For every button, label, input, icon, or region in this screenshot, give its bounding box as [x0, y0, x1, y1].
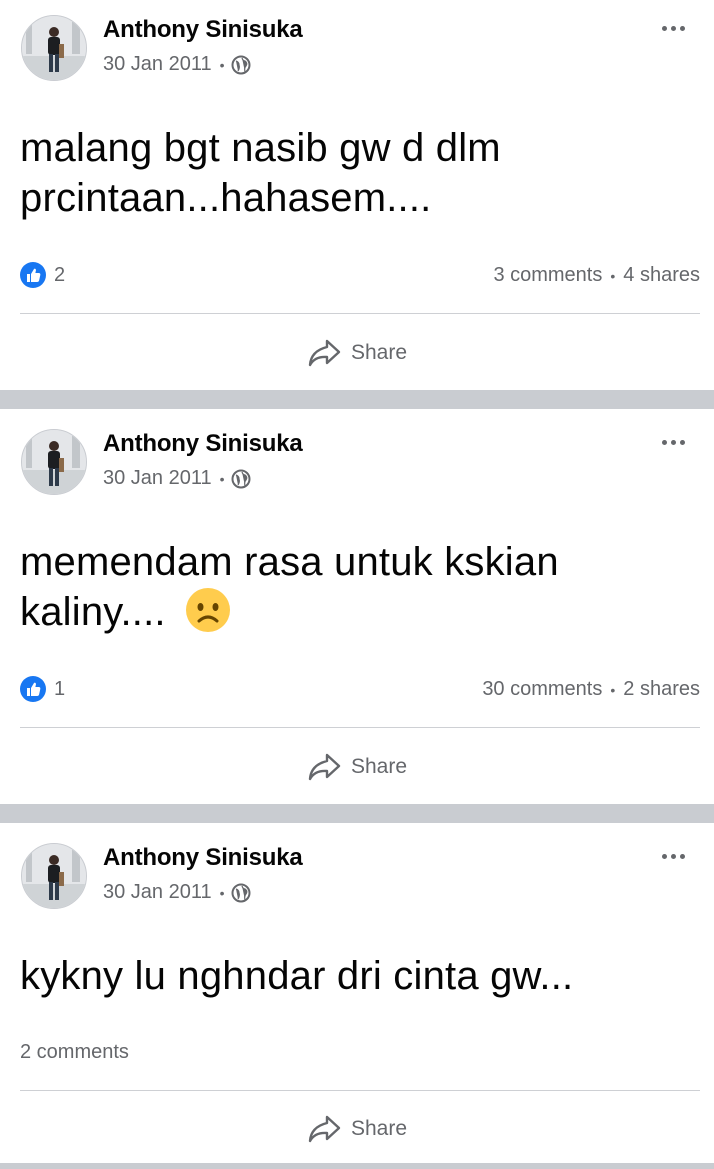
post-card: Anthony Sinisuka 30 Jan 2011 • kykny lu …: [0, 823, 714, 1163]
post-meta: 30 Jan 2011 •: [103, 53, 251, 76]
share-label: Share: [350, 1117, 408, 1140]
share-button[interactable]: Share: [0, 742, 714, 792]
post-text: memendam rasa untuk kskian kaliny....: [20, 537, 680, 637]
post-separator: [0, 804, 714, 823]
author-name[interactable]: Anthony Sinisuka: [103, 16, 303, 44]
post-card: Anthony Sinisuka 30 Jan 2011 • malang bg…: [0, 0, 714, 390]
share-button[interactable]: Share: [0, 328, 714, 378]
stats-separator: •: [610, 267, 616, 284]
post-header: Anthony Sinisuka 30 Jan 2011 •: [0, 0, 714, 90]
like-count: 1: [54, 677, 66, 700]
post-text: kykny lu nghndar dri cinta gw...: [20, 951, 680, 1001]
globe-icon: [231, 883, 251, 903]
like-count: 2: [54, 263, 66, 286]
post-separator: [0, 390, 714, 409]
more-options-icon[interactable]: [655, 846, 691, 866]
avatar[interactable]: [21, 429, 87, 495]
share-count[interactable]: 2 shares: [623, 678, 700, 701]
author-name[interactable]: Anthony Sinisuka: [103, 430, 303, 458]
like-icon: [20, 262, 46, 288]
share-icon: [307, 337, 341, 369]
post-stats: 30 comments • 2 shares: [482, 678, 700, 701]
post-text-line: memendam rasa untuk kskian: [20, 540, 559, 584]
post-card: Anthony Sinisuka 30 Jan 2011 • memendam …: [0, 409, 714, 804]
post-date[interactable]: 30 Jan 2011: [103, 53, 212, 76]
more-options-icon[interactable]: [655, 432, 691, 452]
share-label: Share: [350, 755, 408, 778]
divider: [20, 727, 700, 728]
comment-count[interactable]: 30 comments: [482, 678, 602, 701]
post-header: Anthony Sinisuka 30 Jan 2011 •: [0, 414, 714, 504]
share-button[interactable]: Share: [0, 1104, 714, 1154]
divider: [20, 1090, 700, 1091]
comment-count[interactable]: 3 comments: [493, 264, 602, 287]
post-text-line: malang bgt nasib gw d dlm: [20, 126, 501, 170]
author-name[interactable]: Anthony Sinisuka: [103, 844, 303, 872]
post-text-line-content: kaliny....: [20, 590, 166, 634]
share-label: Share: [350, 341, 408, 364]
share-icon: [307, 1113, 341, 1145]
like-icon: [20, 676, 46, 702]
post-meta: 30 Jan 2011 •: [103, 881, 251, 904]
meta-separator: •: [219, 470, 225, 487]
reaction-summary[interactable]: 2: [20, 262, 65, 288]
post-stats: 3 comments • 4 shares: [493, 264, 700, 287]
post-header: Anthony Sinisuka 30 Jan 2011 •: [0, 828, 714, 918]
globe-icon: [231, 469, 251, 489]
post-date[interactable]: 30 Jan 2011: [103, 467, 212, 490]
reaction-summary[interactable]: 1: [20, 676, 65, 702]
post-separator: [0, 1163, 714, 1169]
slightly-frowning-face-icon: [185, 587, 231, 633]
post-meta: 30 Jan 2011 •: [103, 467, 251, 490]
more-options-icon[interactable]: [655, 18, 691, 38]
post-text: malang bgt nasib gw d dlm prcintaan...ha…: [20, 123, 680, 223]
comment-count[interactable]: 2 comments: [20, 1041, 129, 1064]
meta-separator: •: [219, 884, 225, 901]
post-text-line: kykny lu nghndar dri cinta gw...: [20, 954, 574, 998]
share-icon: [307, 751, 341, 783]
meta-separator: •: [219, 56, 225, 73]
stats-separator: •: [610, 681, 616, 698]
divider: [20, 313, 700, 314]
avatar[interactable]: [21, 843, 87, 909]
avatar[interactable]: [21, 15, 87, 81]
globe-icon: [231, 55, 251, 75]
post-text-line: kaliny....: [20, 587, 680, 637]
share-count[interactable]: 4 shares: [623, 264, 700, 287]
post-date[interactable]: 30 Jan 2011: [103, 881, 212, 904]
news-feed: Anthony Sinisuka 30 Jan 2011 • malang bg…: [0, 0, 714, 1169]
post-text-line: prcintaan...hahasem....: [20, 176, 432, 220]
